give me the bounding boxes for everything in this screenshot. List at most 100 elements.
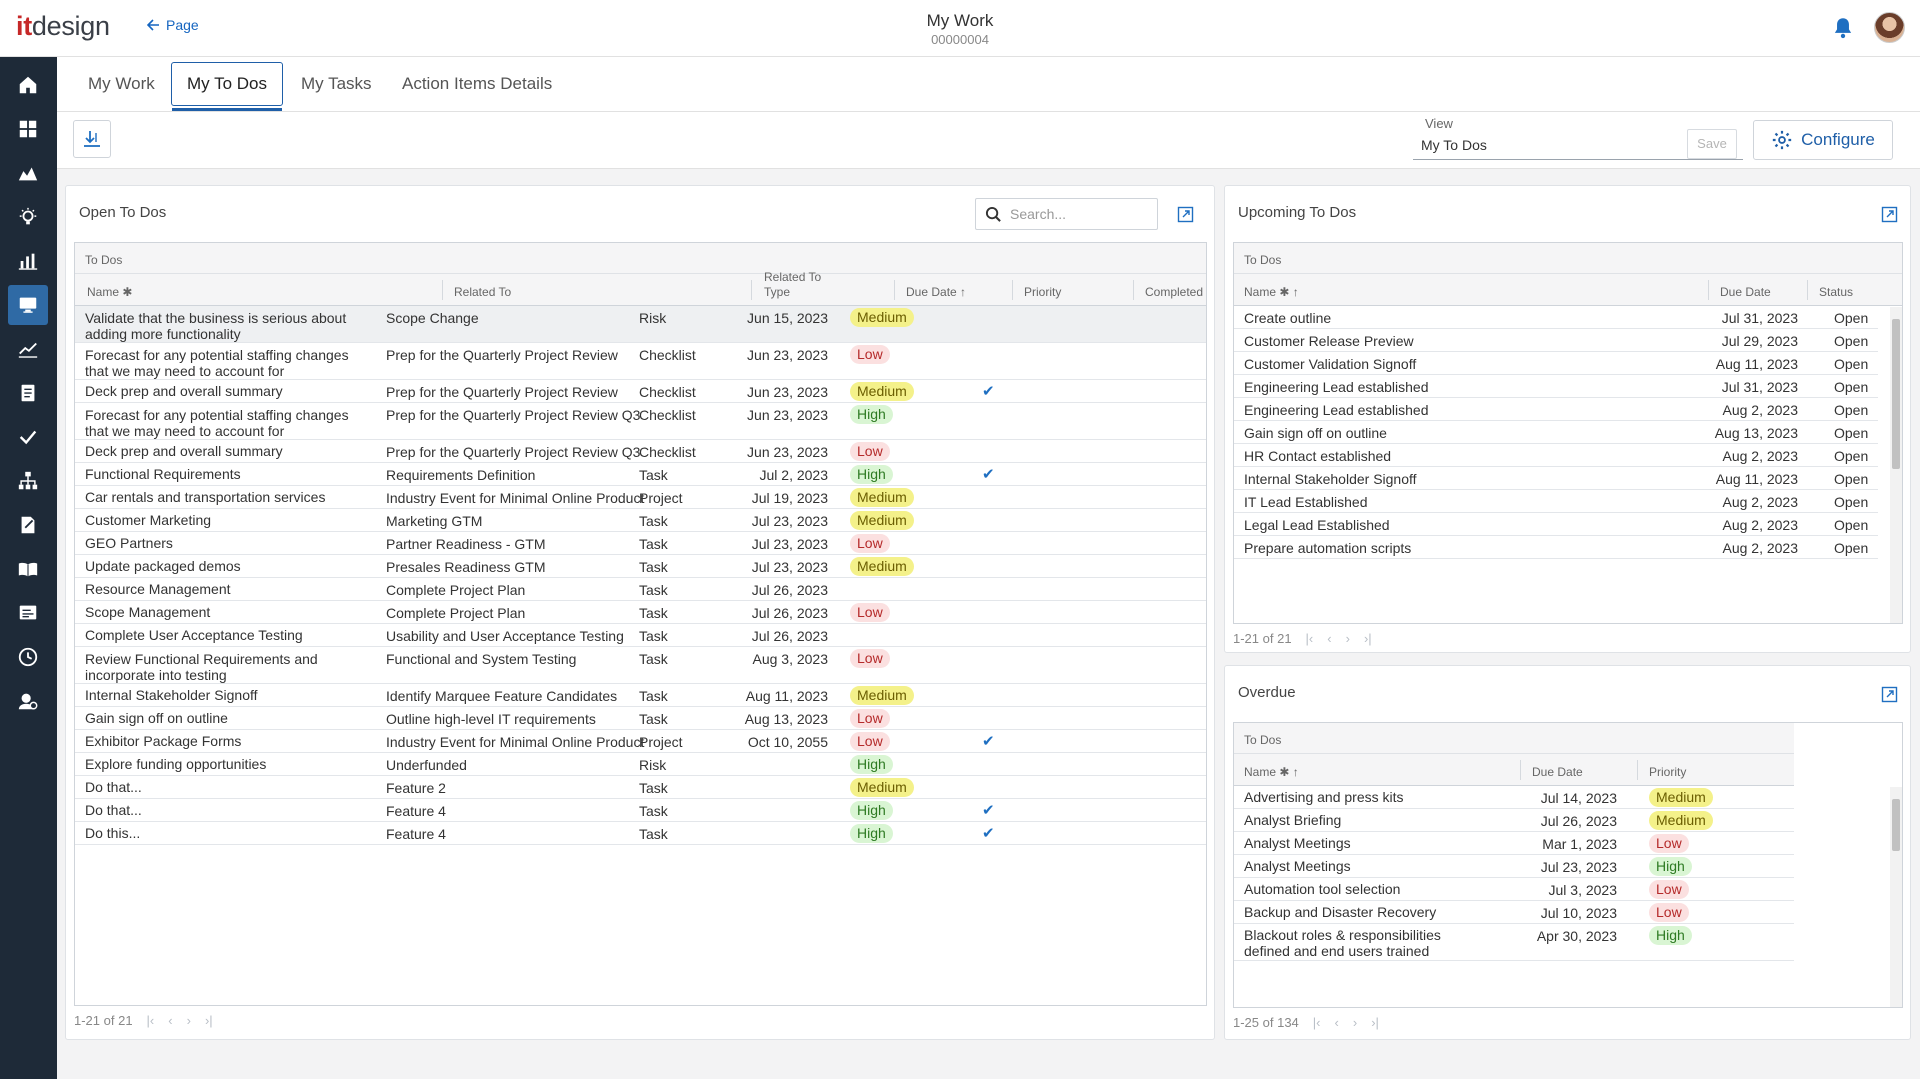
- prev-page-icon[interactable]: ‹: [168, 1013, 172, 1028]
- timesheet-icon[interactable]: [8, 505, 48, 545]
- upcoming-scrollbar[interactable]: [1890, 307, 1902, 623]
- logo[interactable]: itdesign: [16, 11, 110, 42]
- reports-icon[interactable]: [8, 241, 48, 281]
- table-row[interactable]: HR Contact established Aug 2, 2023 Open: [1234, 444, 1878, 467]
- table-row[interactable]: Blackout roles & responsibilities define…: [1234, 924, 1794, 961]
- col-due-date[interactable]: Due Date: [1720, 274, 1771, 306]
- prev-page-icon[interactable]: ‹: [1335, 1015, 1339, 1030]
- col-name[interactable]: Name ✱ ↑: [1244, 754, 1299, 786]
- table-row[interactable]: Complete User Acceptance Testing Usabilit…: [75, 624, 1206, 647]
- table-row[interactable]: Gain sign off on outline Outline high-lev…: [75, 707, 1206, 730]
- scroll-thumb[interactable]: [1892, 799, 1900, 851]
- table-row[interactable]: Analyst Briefing Jul 26, 2023 Medium: [1234, 809, 1794, 832]
- tab-my-work[interactable]: My Work: [73, 62, 170, 106]
- table-row[interactable]: Automation tool selection Jul 3, 2023 Low: [1234, 878, 1794, 901]
- last-page-icon[interactable]: ›|: [205, 1013, 213, 1028]
- tab-my-tasks[interactable]: My Tasks: [286, 62, 387, 106]
- table-row[interactable]: Create outline Jul 31, 2023 Open: [1234, 306, 1878, 329]
- worklist-icon[interactable]: [8, 593, 48, 633]
- documents-icon[interactable]: [8, 373, 48, 413]
- bell-icon[interactable]: [1830, 15, 1856, 41]
- last-page-icon[interactable]: ›|: [1364, 631, 1372, 646]
- table-row[interactable]: Exhibitor Package Forms Industry Event fo…: [75, 730, 1206, 753]
- table-row[interactable]: Forecast for any potential staffing chan…: [75, 343, 1206, 380]
- first-page-icon[interactable]: |‹: [1313, 1015, 1321, 1030]
- table-row[interactable]: Customer Validation Signoff Aug 11, 2023 O…: [1234, 352, 1878, 375]
- table-row[interactable]: Forecast for any potential staffing chan…: [75, 403, 1206, 440]
- first-page-icon[interactable]: |‹: [1306, 631, 1314, 646]
- analytics-icon[interactable]: [8, 329, 48, 369]
- table-row[interactable]: Engineering Lead established Jul 31, 2023…: [1234, 375, 1878, 398]
- table-row[interactable]: Gain sign off on outline Aug 13, 2023 Open: [1234, 421, 1878, 444]
- table-row[interactable]: Update packaged demos Presales Readiness …: [75, 555, 1206, 578]
- overdue-scrollbar[interactable]: [1890, 787, 1902, 1007]
- table-row[interactable]: Internal Stakeholder Signoff Identify Mar…: [75, 684, 1206, 707]
- table-row[interactable]: Explore funding opportunities Underfunded…: [75, 753, 1206, 776]
- scroll-thumb[interactable]: [1892, 319, 1900, 469]
- admin-icon[interactable]: [8, 681, 48, 721]
- table-row[interactable]: Scope Management Complete Project Plan Tas…: [75, 601, 1206, 624]
- table-row[interactable]: GEO Partners Partner Readiness - GTM Task J…: [75, 532, 1206, 555]
- table-row[interactable]: Car rentals and transportation services I…: [75, 486, 1206, 509]
- todo-name: Car rentals and transportation services: [85, 489, 326, 505]
- table-row[interactable]: Do this... Feature 4 Task High ✔: [75, 822, 1206, 845]
- table-row[interactable]: Validate that the business is serious ab…: [75, 306, 1206, 343]
- table-row[interactable]: Functional Requirements Requirements Defi…: [75, 463, 1206, 486]
- back-link[interactable]: Page: [147, 17, 199, 33]
- table-row[interactable]: Analyst Meetings Jul 23, 2023 High: [1234, 855, 1794, 878]
- dashboard-icon[interactable]: [8, 109, 48, 149]
- col-priority[interactable]: Priority: [1024, 274, 1061, 306]
- table-row[interactable]: Advertising and press kits Jul 14, 2023 Me…: [1234, 786, 1794, 809]
- table-row[interactable]: Engineering Lead established Aug 2, 2023 O…: [1234, 398, 1878, 421]
- tab-my-to-dos[interactable]: My To Dos: [171, 62, 283, 111]
- table-row[interactable]: Analyst Meetings Mar 1, 2023 Low: [1234, 832, 1794, 855]
- expand-icon[interactable]: [1881, 686, 1898, 703]
- table-row[interactable]: Resource Management Complete Project Plan…: [75, 578, 1206, 601]
- table-row[interactable]: Review Functional Requirements and incor…: [75, 647, 1206, 684]
- table-row[interactable]: IT Lead Established Aug 2, 2023 Open: [1234, 490, 1878, 513]
- org-chart-icon[interactable]: [8, 461, 48, 501]
- my-work-icon[interactable]: [8, 285, 48, 325]
- col-due-date[interactable]: Due Date ↑: [906, 274, 966, 306]
- save-button[interactable]: Save: [1687, 129, 1737, 159]
- portfolio-icon[interactable]: [8, 153, 48, 193]
- col-due-date[interactable]: Due Date: [1532, 754, 1583, 786]
- download-button[interactable]: [73, 120, 111, 158]
- col-related-to[interactable]: Related To: [454, 274, 511, 306]
- approvals-icon[interactable]: [8, 417, 48, 457]
- col-related-to-type[interactable]: Related To Type: [764, 270, 834, 306]
- prev-page-icon[interactable]: ‹: [1327, 631, 1331, 646]
- table-row[interactable]: Customer Marketing Marketing GTM Task Jul 2…: [75, 509, 1206, 532]
- col-completed[interactable]: Completed: [1145, 274, 1203, 306]
- tab-action-items-details[interactable]: Action Items Details: [387, 62, 567, 106]
- table-row[interactable]: Backup and Disaster Recovery Jul 10, 2023…: [1234, 901, 1794, 924]
- search-input[interactable]: Search...: [975, 198, 1158, 230]
- time-icon[interactable]: [8, 637, 48, 677]
- first-page-icon[interactable]: |‹: [147, 1013, 155, 1028]
- next-page-icon[interactable]: ›: [187, 1013, 191, 1028]
- last-page-icon[interactable]: ›|: [1371, 1015, 1379, 1030]
- table-row[interactable]: Internal Stakeholder Signoff Aug 11, 2023…: [1234, 467, 1878, 490]
- col-status[interactable]: Status: [1819, 274, 1853, 306]
- library-icon[interactable]: [8, 549, 48, 589]
- avatar[interactable]: [1874, 12, 1905, 43]
- table-row[interactable]: Do that... Feature 2 Task Medium: [75, 776, 1206, 799]
- table-row[interactable]: Deck prep and overall summary Prep for th…: [75, 440, 1206, 463]
- table-row[interactable]: Prepare automation scripts Aug 2, 2023 Ope…: [1234, 536, 1878, 559]
- configure-button[interactable]: Configure: [1753, 120, 1893, 160]
- ideas-icon[interactable]: [8, 197, 48, 237]
- table-row[interactable]: Do that... Feature 4 Task High ✔: [75, 799, 1206, 822]
- col-name[interactable]: Name ✱: [87, 274, 132, 306]
- home-icon[interactable]: [8, 65, 48, 105]
- expand-icon[interactable]: [1177, 206, 1194, 223]
- next-page-icon[interactable]: ›: [1353, 1015, 1357, 1030]
- col-name[interactable]: Name ✱ ↑: [1244, 274, 1299, 306]
- table-row[interactable]: Deck prep and overall summary Prep for th…: [75, 380, 1206, 403]
- next-page-icon[interactable]: ›: [1346, 631, 1350, 646]
- table-row[interactable]: Customer Release Preview Jul 29, 2023 Open: [1234, 329, 1878, 352]
- overdue-title: Overdue: [1238, 684, 1296, 701]
- expand-icon[interactable]: [1881, 206, 1898, 223]
- table-row[interactable]: Legal Lead Established Aug 2, 2023 Open: [1234, 513, 1878, 536]
- col-priority[interactable]: Priority: [1649, 754, 1686, 786]
- todo-name: Customer Validation Signoff: [1244, 356, 1417, 372]
